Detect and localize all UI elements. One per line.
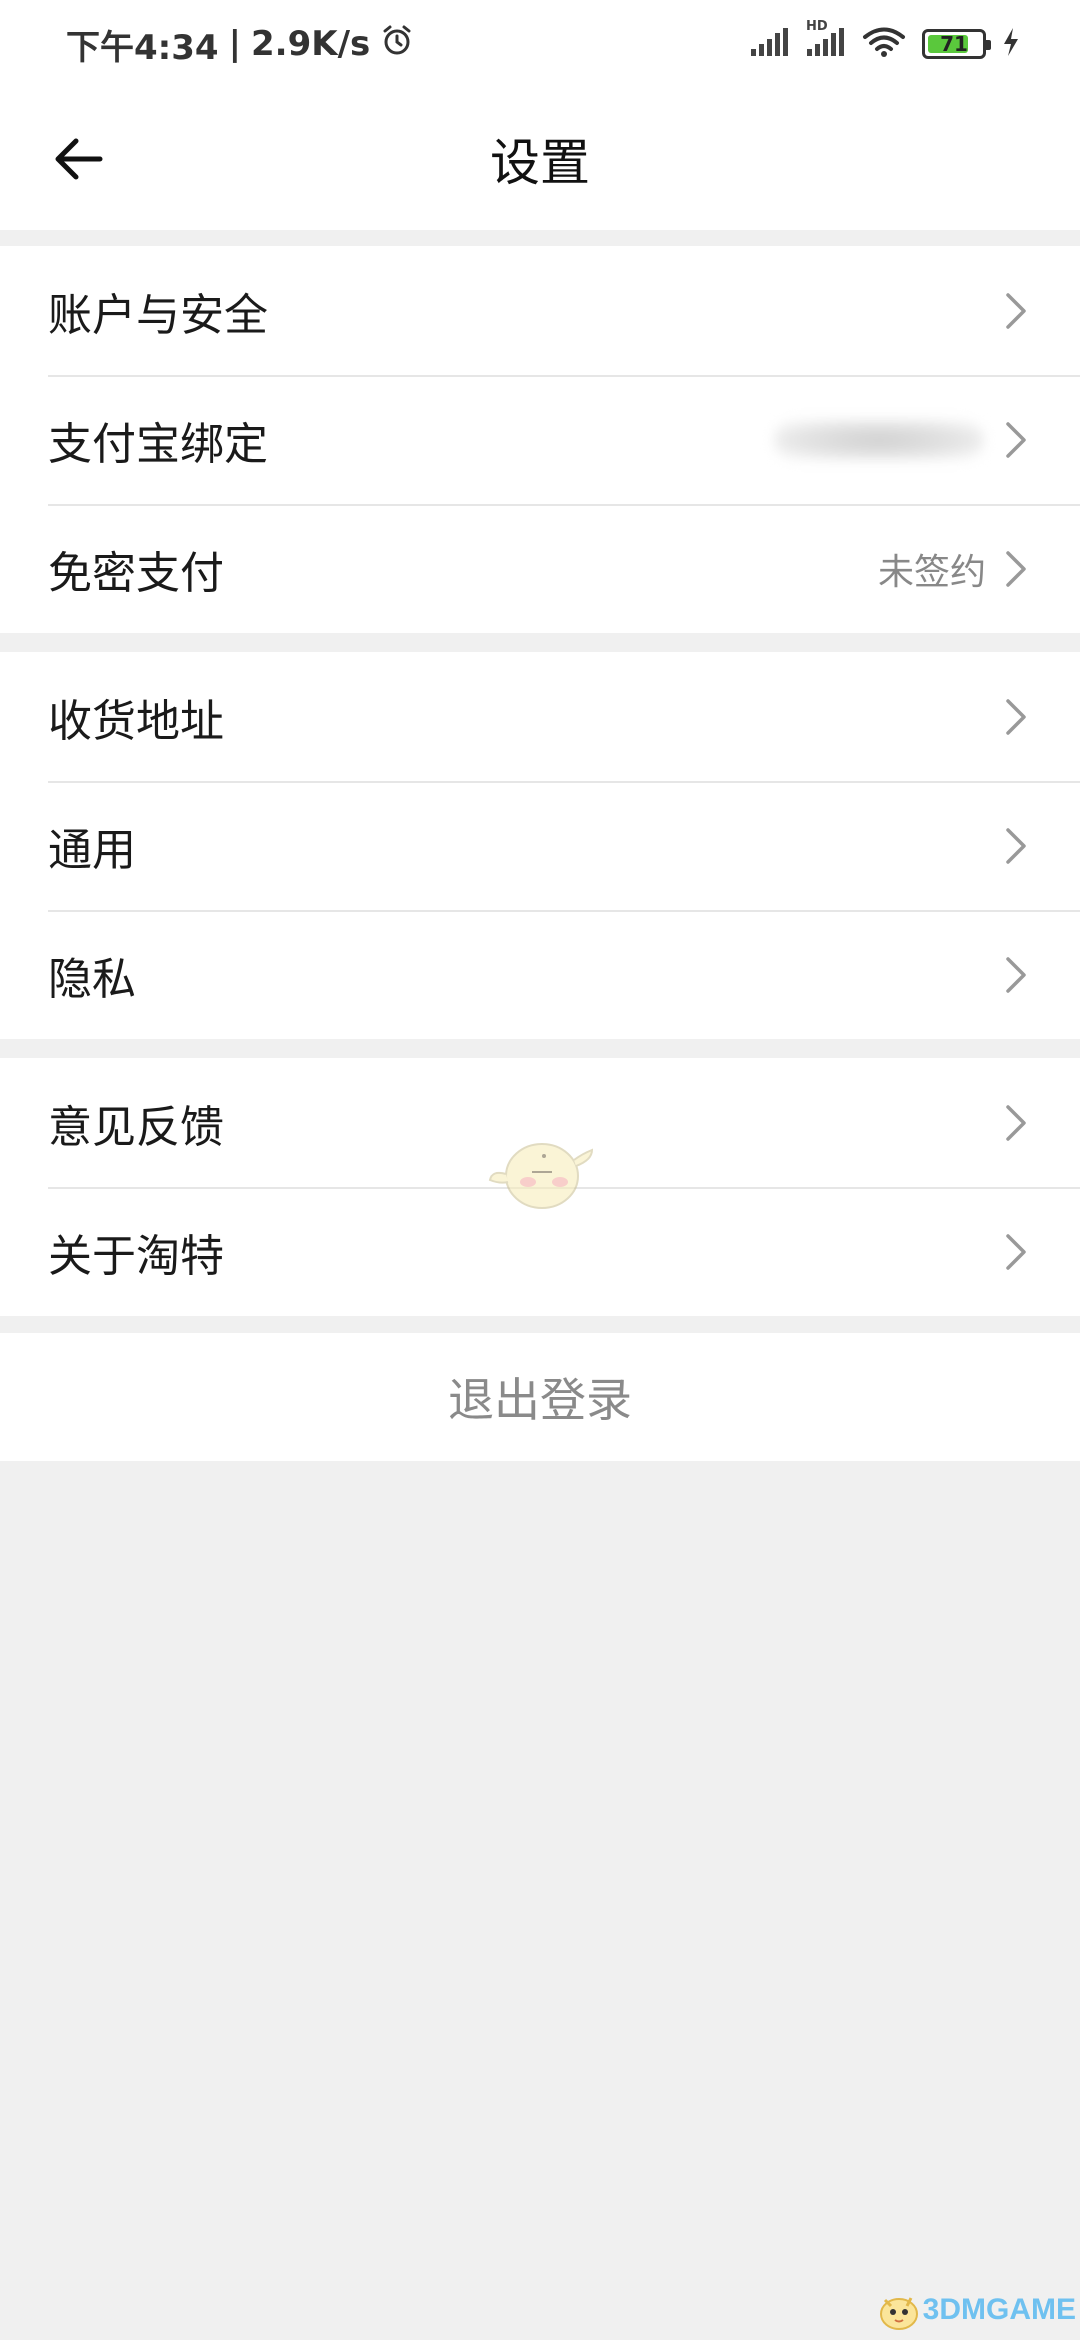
status-separator: | — [228, 24, 241, 64]
status-bar: 下午4:34 | 2.9K/s HD 71 — [0, 0, 1080, 88]
row-shipping-address[interactable]: 收货地址 — [0, 652, 1080, 781]
hd-label: HD — [806, 19, 828, 34]
row-label: 支付宝绑定 — [48, 418, 268, 470]
status-left: 下午4:34 | 2.9K/s — [66, 20, 414, 69]
blurred-account-value — [774, 419, 984, 460]
mascot-icon — [488, 1143, 594, 1209]
settings-group-account: 账户与安全 支付宝绑定 免密支付 未签约 — [0, 246, 1080, 633]
chevron-right-icon — [1006, 1233, 1026, 1270]
alarm-icon — [380, 23, 414, 66]
row-password-free-payment[interactable]: 免密支付 未签约 — [0, 504, 1080, 633]
chevron-right-icon — [1006, 421, 1026, 458]
row-label: 收货地址 — [48, 695, 224, 747]
hd-signal-icon: HD — [806, 19, 846, 61]
charging-icon — [1002, 27, 1020, 61]
settings-group-general: 收货地址 通用 隐私 — [0, 652, 1080, 1039]
row-label: 免密支付 — [48, 547, 224, 599]
logout-button[interactable]: 退出登录 — [0, 1333, 1080, 1461]
chevron-right-icon — [1006, 827, 1026, 864]
signal-icon — [750, 27, 790, 61]
row-account-security[interactable]: 账户与安全 — [0, 246, 1080, 375]
row-alipay-binding[interactable]: 支付宝绑定 — [0, 375, 1080, 504]
row-label: 通用 — [48, 824, 136, 876]
battery-icon: 71 — [922, 29, 991, 59]
row-general[interactable]: 通用 — [0, 781, 1080, 910]
row-label: 账户与安全 — [48, 289, 268, 341]
chevron-right-icon — [1006, 1104, 1026, 1141]
wifi-icon — [862, 26, 906, 62]
chevron-right-icon — [1006, 698, 1026, 735]
watermark-logo-icon — [879, 2297, 918, 2330]
watermark-text: 3DMGAME — [922, 2293, 1076, 2326]
status-time: 下午4:34 — [66, 27, 219, 68]
row-privacy[interactable]: 隐私 — [0, 910, 1080, 1039]
row-label: 关于淘特 — [48, 1230, 224, 1282]
status-right: HD 71 — [750, 19, 1020, 62]
status-net-speed: 2.9K/s — [251, 24, 371, 64]
row-label: 隐私 — [48, 953, 136, 1005]
page-title: 设置 — [490, 134, 590, 192]
chevron-right-icon — [1006, 550, 1026, 587]
settings-screen: 下午4:34 | 2.9K/s HD 71 设置 账户与安全 支付宝绑定 免密支… — [0, 0, 1080, 2340]
chevron-right-icon — [1006, 956, 1026, 993]
watermark: 3DMGAME — [875, 2288, 1076, 2332]
row-status-value: 未签约 — [877, 551, 986, 593]
app-header: 设置 — [0, 88, 1080, 230]
battery-level: 71 — [940, 32, 968, 56]
chevron-right-icon — [1006, 292, 1026, 329]
